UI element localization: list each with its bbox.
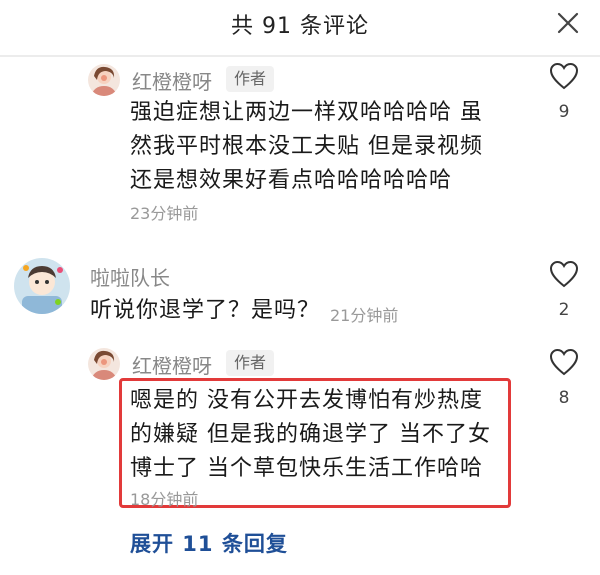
- expand-replies-link[interactable]: 展开 11 条回复: [130, 528, 288, 558]
- avatar[interactable]: [14, 258, 70, 314]
- heart-icon: [549, 62, 579, 90]
- author-badge: 作者: [226, 350, 275, 376]
- comment-line: 嗯是的 没有公开去发博怕有炒热度: [130, 388, 483, 413]
- comment-line: 然我平时根本没工夫贴 但是录视频: [130, 134, 483, 159]
- comments-header: 共 91 条评论: [0, 0, 600, 48]
- like-count: 9: [558, 102, 570, 122]
- comment-line: 强迫症想让两边一样双哈哈哈哈 虽: [130, 100, 483, 125]
- avatar[interactable]: [88, 64, 120, 96]
- comment-line: 的嫌疑 但是我的确退学了 当不了女: [130, 422, 491, 447]
- commenter-name[interactable]: 红橙橙呀: [132, 350, 212, 379]
- heart-icon: [549, 260, 579, 288]
- comment-line: 听说你退学了？是吗？: [90, 298, 321, 323]
- author-badge: 作者: [226, 66, 275, 92]
- comment-time: 21分钟前: [330, 306, 399, 325]
- comment-count-title: 共 91 条评论: [231, 14, 369, 39]
- heart-icon: [549, 348, 579, 376]
- header-divider: [0, 55, 600, 57]
- comment-text: 听说你退学了？是吗？: [90, 294, 320, 328]
- close-icon: [557, 12, 579, 34]
- comment-line: 博士了 当个草包快乐生活工作哈哈: [130, 456, 483, 481]
- close-button[interactable]: [548, 6, 588, 40]
- commenter-name[interactable]: 啦啦队长: [90, 262, 170, 291]
- comment-time: 23分钟前: [130, 204, 199, 223]
- comment-line: 还是想效果好看点哈哈哈哈哈哈: [130, 168, 453, 193]
- avatar[interactable]: [88, 348, 120, 380]
- like-button[interactable]: 2: [544, 260, 584, 320]
- comment-text: 嗯是的 没有公开去发博怕有炒热度 的嫌疑 但是我的确退学了 当不了女 博士了 当…: [130, 384, 510, 486]
- like-count: 8: [558, 388, 570, 408]
- like-button[interactable]: 8: [544, 348, 584, 408]
- comment-time: 18分钟前: [130, 490, 199, 509]
- like-count: 2: [558, 300, 570, 320]
- like-button[interactable]: 9: [544, 62, 584, 122]
- comment-text: 强迫症想让两边一样双哈哈哈哈 虽 然我平时根本没工夫贴 但是录视频 还是想效果好…: [130, 96, 540, 198]
- commenter-name[interactable]: 红橙橙呀: [132, 66, 212, 95]
